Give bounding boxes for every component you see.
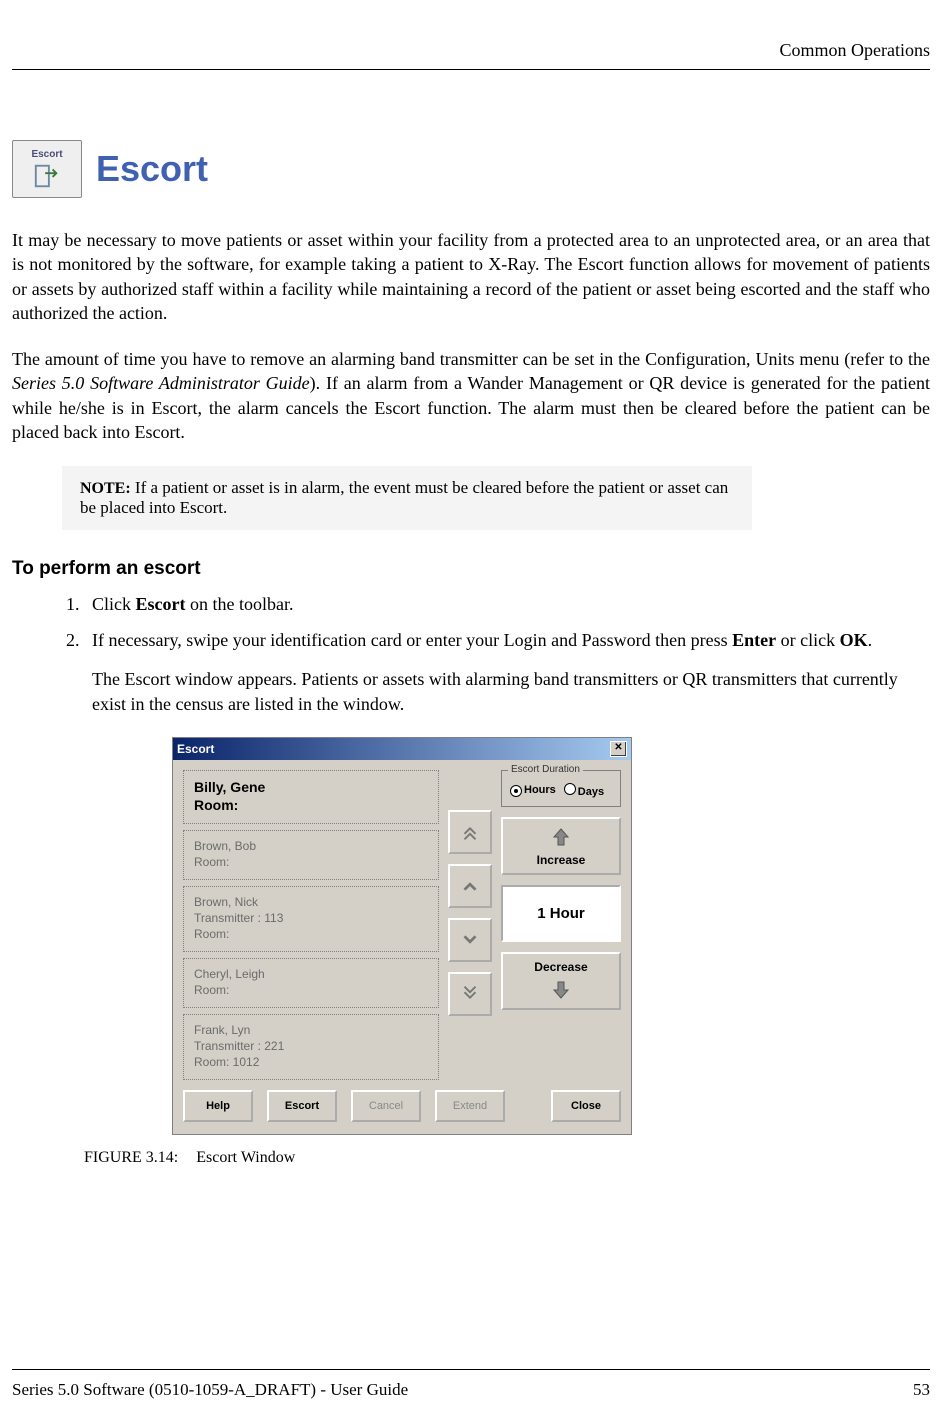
close-icon[interactable]: ✕ xyxy=(610,741,627,757)
footer-left: Series 5.0 Software (0510-1059-A_DRAFT) … xyxy=(12,1380,408,1400)
list-item[interactable]: Cheryl, Leigh Room: xyxy=(183,958,439,1008)
step-1: Click Escort on the toolbar. xyxy=(84,592,930,617)
step2-mid: or click xyxy=(776,630,839,650)
escort-button[interactable]: Escort xyxy=(267,1090,337,1122)
note-label: NOTE: xyxy=(80,480,131,497)
radio-hours-label: Hours xyxy=(524,784,556,796)
scroll-down-button[interactable] xyxy=(448,918,492,962)
step2-bold2: OK xyxy=(840,630,868,650)
double-chevron-down-icon xyxy=(459,983,481,1005)
patient-name: Brown, Nick xyxy=(194,895,428,909)
patient-name: Cheryl, Leigh xyxy=(194,967,428,981)
double-chevron-up-icon xyxy=(459,821,481,843)
radio-days-label: Days xyxy=(578,786,604,798)
patient-room: Room: xyxy=(194,855,428,869)
increase-label: Increase xyxy=(537,853,586,867)
step2-follow: The Escort window appears. Patients or a… xyxy=(92,667,930,717)
escort-duration-fieldset: Escort Duration Hours Days xyxy=(501,770,621,807)
patient-room: Room: xyxy=(194,983,428,997)
escort-door-arrow-icon xyxy=(32,162,62,190)
intro-paragraph-2: The amount of time you have to remove an… xyxy=(12,347,930,444)
scroll-bottom-button[interactable] xyxy=(448,972,492,1016)
patient-tx: Transmitter : 113 xyxy=(194,911,428,925)
intro-paragraph-1: It may be necessary to move patients or … xyxy=(12,228,930,325)
figure-text: Escort Window xyxy=(196,1149,295,1166)
patient-room: Room: 1012 xyxy=(194,1055,428,1069)
patient-list: Billy, Gene Room: Brown, Bob Room: Brown… xyxy=(183,770,439,1080)
figure-caption: FIGURE 3.14: Escort Window xyxy=(84,1149,930,1167)
radio-days[interactable]: Days xyxy=(564,783,604,798)
decrease-label: Decrease xyxy=(534,960,587,974)
decrease-button[interactable]: Decrease xyxy=(501,952,621,1010)
patient-name: Brown, Bob xyxy=(194,839,428,853)
duration-display: 1 Hour xyxy=(501,885,621,942)
close-button[interactable]: Close xyxy=(551,1090,621,1122)
running-head: Common Operations xyxy=(12,40,930,70)
list-item[interactable]: Brown, Nick Transmitter : 113 Room: xyxy=(183,886,439,952)
procedure-subhead: To perform an escort xyxy=(12,558,930,580)
page-number: 53 xyxy=(913,1380,930,1400)
list-item[interactable]: Frank, Lyn Transmitter : 221 Room: 1012 xyxy=(183,1014,439,1080)
list-item[interactable]: Billy, Gene Room: xyxy=(183,770,439,824)
extend-button[interactable]: Extend xyxy=(435,1090,505,1122)
escort-icon-label: Escort xyxy=(31,149,62,160)
help-button[interactable]: Help xyxy=(183,1090,253,1122)
step2-end: . xyxy=(868,630,873,650)
step-2: If necessary, swipe your identification … xyxy=(84,628,930,718)
arrow-up-icon xyxy=(549,825,573,849)
patient-tx: Transmitter : 221 xyxy=(194,1039,428,1053)
escort-toolbar-icon: Escort xyxy=(12,140,82,198)
section-title: Escort xyxy=(96,148,208,190)
radio-hours[interactable]: Hours xyxy=(510,784,556,797)
note-text: If a patient or asset is in alarm, the e… xyxy=(80,478,728,517)
step2-bold1: Enter xyxy=(732,630,776,650)
arrow-down-icon xyxy=(549,978,573,1002)
para2-part-a: The amount of time you have to remove an… xyxy=(12,349,930,369)
chevron-down-icon xyxy=(459,929,481,951)
cancel-button[interactable]: Cancel xyxy=(351,1090,421,1122)
duration-legend: Escort Duration xyxy=(508,764,583,775)
step1-b: on the toolbar. xyxy=(185,594,293,614)
patient-room: Room: xyxy=(194,927,428,941)
dialog-title: Escort xyxy=(177,742,214,756)
note-box: NOTE: If a patient or asset is in alarm,… xyxy=(62,466,752,530)
patient-name: Frank, Lyn xyxy=(194,1023,428,1037)
chevron-up-icon xyxy=(459,875,481,897)
list-item[interactable]: Brown, Bob Room: xyxy=(183,830,439,880)
admin-guide-reference: Series 5.0 Software Administrator Guide xyxy=(12,373,310,393)
scroll-up-button[interactable] xyxy=(448,864,492,908)
scroll-top-button[interactable] xyxy=(448,810,492,854)
increase-button[interactable]: Increase xyxy=(501,817,621,875)
figure-label: FIGURE 3.14: xyxy=(84,1149,178,1166)
step2-a: If necessary, swipe your identification … xyxy=(92,630,732,650)
escort-dialog: Escort ✕ Billy, Gene Room: Brown, Bob Ro… xyxy=(172,737,632,1135)
patient-room: Room: xyxy=(194,797,428,813)
step1-a: Click xyxy=(92,594,136,614)
step1-bold: Escort xyxy=(136,594,186,614)
patient-name: Billy, Gene xyxy=(194,779,428,795)
